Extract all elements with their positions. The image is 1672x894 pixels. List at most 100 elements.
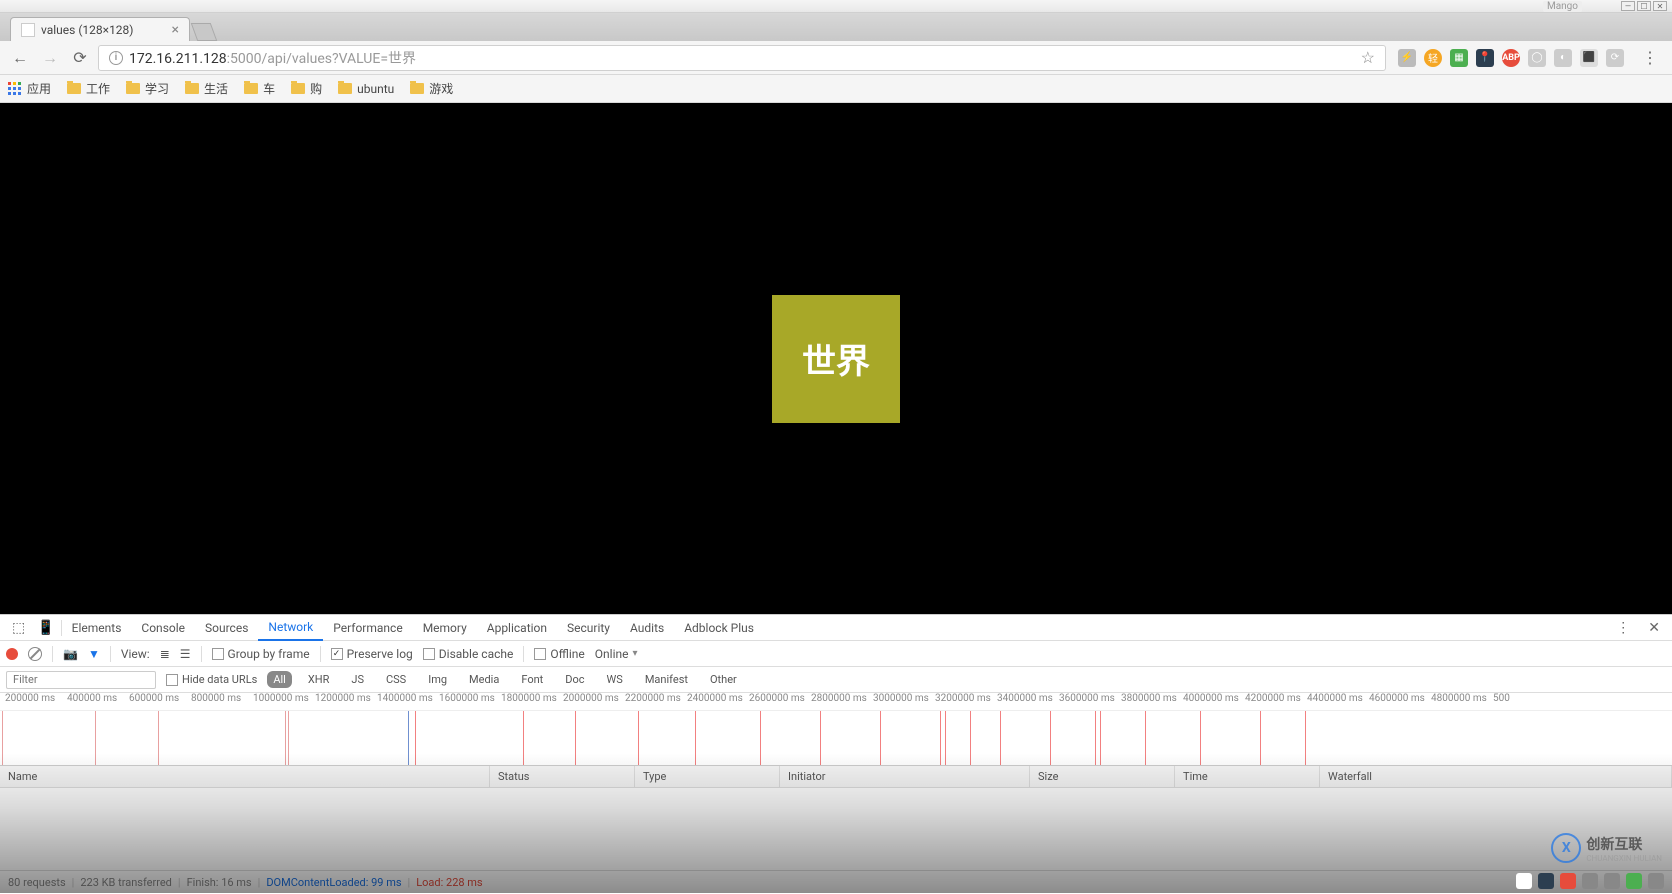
- filter-font[interactable]: Font: [515, 671, 549, 688]
- tab-performance[interactable]: Performance: [323, 615, 412, 641]
- tab-application[interactable]: Application: [477, 615, 557, 641]
- close-tab-icon[interactable]: ×: [172, 22, 179, 38]
- view-label: View:: [121, 647, 150, 661]
- bookmark-folder[interactable]: 车: [244, 80, 275, 97]
- address-bar[interactable]: i 172.16.211.128:5000/api/values?VALUE=世…: [98, 45, 1386, 71]
- filter-ws[interactable]: WS: [601, 671, 629, 688]
- preserve-log-checkbox[interactable]: Preserve log: [331, 647, 413, 661]
- apps-icon: [8, 82, 22, 96]
- adblock-icon[interactable]: ABP: [1502, 49, 1520, 67]
- folder-icon: [291, 83, 305, 94]
- forward-button[interactable]: →: [38, 46, 62, 70]
- minimize-button[interactable]: —: [1621, 1, 1635, 11]
- window-title-badge: Mango: [1543, 1, 1582, 12]
- bookmark-folder[interactable]: 学习: [126, 80, 169, 97]
- folder-icon: [67, 83, 81, 94]
- bookmark-folder[interactable]: 工作: [67, 80, 110, 97]
- folder-icon: [185, 83, 199, 94]
- tab-title: values (128×128): [41, 23, 133, 37]
- content-viewport: 世界: [0, 103, 1672, 614]
- new-tab-button[interactable]: [191, 23, 218, 41]
- bookmark-folder[interactable]: 游戏: [410, 80, 453, 97]
- col-initiator[interactable]: Initiator: [780, 766, 1030, 787]
- reload-button[interactable]: ⟳: [68, 46, 92, 70]
- filter-media[interactable]: Media: [463, 671, 505, 688]
- tray-icon[interactable]: [1648, 873, 1664, 889]
- extension-icon[interactable]: ▦: [1450, 49, 1468, 67]
- filter-css[interactable]: CSS: [380, 671, 412, 688]
- devtools-panel: ⬚ 📱 Elements Console Sources Network Per…: [0, 614, 1672, 894]
- tab-elements[interactable]: Elements: [62, 615, 132, 641]
- filter-doc[interactable]: Doc: [559, 671, 590, 688]
- col-size[interactable]: Size: [1030, 766, 1175, 787]
- chrome-menu-button[interactable]: ⋮: [1636, 48, 1664, 67]
- timeline-ruler: 200000 ms400000 ms600000 ms800000 ms1000…: [0, 693, 1672, 711]
- url-text: 172.16.211.128:5000/api/values?VALUE=世界: [129, 48, 1355, 68]
- inspect-element-icon[interactable]: ⬚: [6, 620, 31, 636]
- bookmark-folder[interactable]: 生活: [185, 80, 228, 97]
- devtools-status-bar: 80 requests | 223 KB transferred | Finis…: [0, 870, 1672, 894]
- extension-icon[interactable]: ◯: [1528, 49, 1546, 67]
- tray-icon[interactable]: [1560, 873, 1576, 889]
- apps-button[interactable]: 应用: [8, 80, 51, 97]
- filter-xhr[interactable]: XHR: [302, 671, 336, 688]
- system-tray: [1516, 873, 1664, 889]
- extension-icon[interactable]: ⟳: [1606, 49, 1624, 67]
- extension-icon[interactable]: 轻: [1424, 49, 1442, 67]
- close-window-button[interactable]: ✕: [1653, 1, 1667, 11]
- tray-icon[interactable]: [1538, 873, 1554, 889]
- extension-icon[interactable]: ⚡: [1398, 49, 1416, 67]
- filter-js[interactable]: JS: [345, 671, 370, 688]
- tray-icon[interactable]: [1582, 873, 1598, 889]
- filter-other[interactable]: Other: [704, 671, 743, 688]
- filter-all[interactable]: All: [267, 671, 292, 688]
- extension-icon[interactable]: 📍: [1476, 49, 1494, 67]
- filter-manifest[interactable]: Manifest: [639, 671, 694, 688]
- browser-tab[interactable]: values (128×128) ×: [10, 17, 190, 41]
- group-by-frame-checkbox[interactable]: Group by frame: [212, 647, 310, 661]
- view-small-icon[interactable]: ☰: [180, 647, 191, 661]
- devtools-close-icon[interactable]: ✕: [1642, 620, 1666, 636]
- bookmark-star-icon[interactable]: ☆: [1361, 48, 1375, 67]
- disable-cache-checkbox[interactable]: Disable cache: [423, 647, 514, 661]
- tab-adblock[interactable]: Adblock Plus: [674, 615, 764, 641]
- extension-icon[interactable]: ◐: [1554, 49, 1572, 67]
- hide-data-urls-checkbox[interactable]: Hide data URLs: [166, 673, 257, 686]
- tab-sources[interactable]: Sources: [195, 615, 258, 641]
- camera-icon[interactable]: 📷: [63, 647, 78, 661]
- timeline-overview[interactable]: [0, 711, 1672, 766]
- record-button[interactable]: [6, 648, 18, 660]
- folder-icon: [244, 83, 258, 94]
- bookmark-folder[interactable]: 购: [291, 80, 322, 97]
- tab-audits[interactable]: Audits: [620, 615, 674, 641]
- col-type[interactable]: Type: [635, 766, 780, 787]
- tray-icon[interactable]: [1516, 873, 1532, 889]
- devtools-settings-icon[interactable]: ⋮: [1610, 620, 1636, 636]
- col-time[interactable]: Time: [1175, 766, 1320, 787]
- page-favicon: [21, 23, 35, 37]
- tray-icon[interactable]: [1604, 873, 1620, 889]
- filter-toggle-icon[interactable]: ▼: [88, 647, 100, 661]
- folder-icon: [338, 83, 352, 94]
- offline-checkbox[interactable]: Offline: [534, 647, 584, 661]
- image-content: 世界: [772, 295, 900, 423]
- extension-icon[interactable]: ⬛: [1580, 49, 1598, 67]
- col-waterfall[interactable]: Waterfall: [1320, 766, 1672, 787]
- maximize-button[interactable]: ☐: [1637, 1, 1651, 11]
- filter-input[interactable]: [6, 671, 156, 689]
- tab-security[interactable]: Security: [557, 615, 620, 641]
- back-button[interactable]: ←: [8, 46, 32, 70]
- filter-img[interactable]: Img: [422, 671, 453, 688]
- tab-network[interactable]: Network: [258, 615, 323, 641]
- site-info-icon[interactable]: i: [109, 51, 123, 65]
- tab-console[interactable]: Console: [131, 615, 195, 641]
- device-toolbar-icon[interactable]: 📱: [31, 620, 60, 636]
- clear-button[interactable]: [28, 647, 42, 661]
- tray-icon[interactable]: [1626, 873, 1642, 889]
- bookmark-folder[interactable]: ubuntu: [338, 82, 394, 96]
- col-name[interactable]: Name: [0, 766, 490, 787]
- throttle-dropdown[interactable]: Online: [595, 647, 638, 661]
- col-status[interactable]: Status: [490, 766, 635, 787]
- view-large-icon[interactable]: ≣: [160, 647, 170, 661]
- tab-memory[interactable]: Memory: [413, 615, 477, 641]
